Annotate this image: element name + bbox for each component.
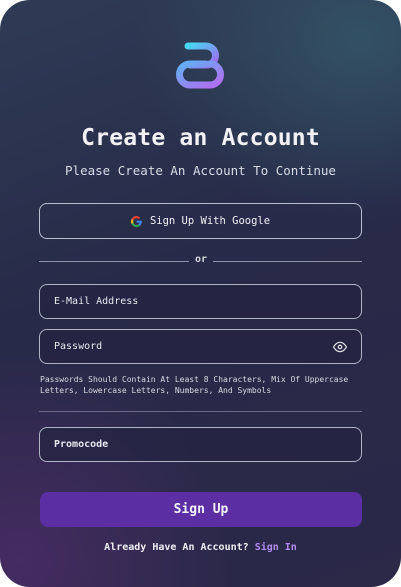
divider-line-right [213, 261, 362, 262]
divider-label: or [194, 254, 208, 265]
promocode-field[interactable]: Promocode [39, 427, 362, 462]
eye-icon[interactable] [333, 340, 347, 354]
divider-line-left [39, 261, 189, 262]
email-field[interactable]: E-Mail Address [39, 284, 362, 319]
email-placeholder: E-Mail Address [54, 296, 139, 307]
password-placeholder: Password [54, 341, 103, 352]
signup-card: Create an Account Please Create An Accou… [0, 0, 401, 587]
section-separator [39, 411, 362, 412]
password-field[interactable]: Password [39, 329, 362, 364]
google-signup-label: Sign Up With Google [149, 215, 271, 227]
signin-link[interactable]: Sign In [255, 542, 297, 553]
promocode-placeholder: Promocode [54, 439, 109, 450]
signin-prompt: Already Have An Account? Sign In [0, 542, 401, 553]
brand-logo-icon [176, 42, 224, 89]
or-divider: or [39, 253, 362, 269]
google-icon [130, 215, 142, 227]
password-hint: Passwords Should Contain At Least 8 Char… [40, 375, 349, 395]
page-subtitle: Please Create An Account To Continue [65, 163, 336, 178]
signin-prompt-text: Already Have An Account? [104, 542, 249, 553]
signup-button[interactable]: Sign Up [40, 492, 362, 527]
google-signup-button[interactable]: Sign Up With Google [39, 203, 362, 239]
page-title: Create an Account [81, 125, 320, 151]
